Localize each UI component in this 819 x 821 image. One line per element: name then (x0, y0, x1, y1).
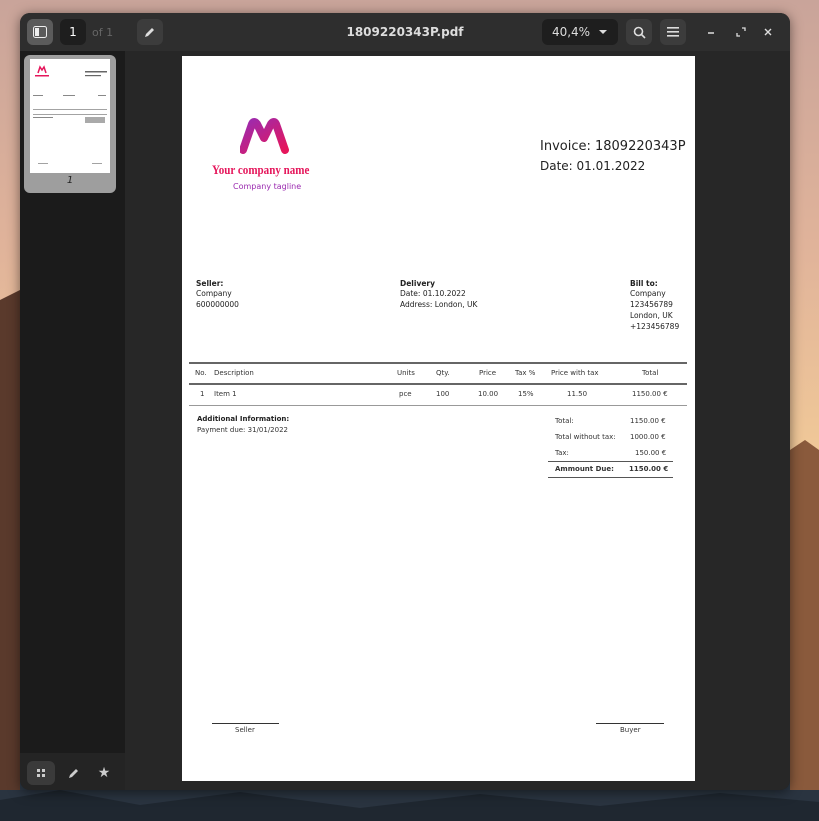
column-header: Price with tax (551, 369, 599, 377)
company-logo-icon (240, 118, 289, 154)
thumbnail-page-number: 1 (66, 175, 74, 186)
bill-to-line: 123456789 (630, 300, 673, 309)
total-without-tax-value: 1000.00 € (630, 433, 666, 441)
close-icon (764, 28, 772, 36)
amount-due-label: Ammount Due: (555, 465, 614, 473)
table-cell: 10.00 (478, 390, 499, 398)
table-bottom-rule (189, 405, 687, 406)
table-cell: 1 (200, 390, 205, 398)
amount-due-bottom-rule (548, 477, 673, 478)
seller-signature-line (212, 723, 279, 724)
table-cell: Item 1 (214, 390, 237, 398)
zoom-value: 40,4% (551, 25, 591, 39)
seller-heading: Seller: (196, 279, 224, 288)
pencil-icon (145, 28, 154, 37)
chevron-down-icon (599, 30, 608, 34)
table-cell: 11.50 (567, 390, 588, 398)
hamburger-icon (667, 27, 679, 37)
column-header: Units (397, 369, 415, 377)
bill-to-line: +123456789 (630, 322, 680, 331)
page-count-label: of 1 (92, 25, 114, 39)
search-button[interactable] (626, 19, 652, 45)
header-bar: 1 of 1 1809220343P.pdf 40,4% (20, 13, 790, 51)
column-header: Price (479, 369, 497, 377)
seller-signature-label: Seller (235, 726, 255, 734)
seller-block: Seller: Company 600000000 (196, 279, 239, 310)
bill-to-line: London, UK (630, 311, 673, 320)
table-cell: 15% (518, 390, 534, 398)
zoom-dropdown[interactable]: 40,4% (542, 19, 618, 45)
sidebar-footer: ★ (20, 753, 125, 790)
column-header: Tax % (515, 369, 536, 377)
pdf-page: Your company name Company tagline Invoic… (182, 56, 695, 781)
thumbnail-sidebar: 1 (20, 51, 125, 753)
buyer-signature-line (596, 723, 664, 724)
search-icon (633, 26, 646, 39)
bookmarks-view-button[interactable]: ★ (90, 761, 118, 785)
column-header: Qty. (436, 369, 450, 377)
buyer-signature-label: Buyer (620, 726, 641, 734)
total-label: Total: (555, 417, 574, 425)
invoice-date: Date: 01.01.2022 (540, 159, 646, 173)
column-header: Description (214, 369, 254, 377)
document-title: 1809220343P.pdf (346, 25, 464, 39)
minimize-button[interactable] (700, 21, 722, 43)
bill-to-heading: Bill to: (630, 279, 658, 288)
thumbnails-view-button[interactable] (27, 761, 55, 785)
sidebar-toggle-button[interactable] (27, 19, 53, 45)
company-tagline: Company tagline (233, 182, 302, 191)
seller-line: 600000000 (196, 300, 239, 309)
star-icon: ★ (97, 765, 111, 781)
table-cell: 1150.00 € (632, 390, 668, 398)
tax-label: Tax: (555, 449, 569, 457)
thumbnail-preview (33, 65, 107, 164)
page-thumbnail[interactable]: 1 (24, 55, 116, 193)
additional-info-heading: Additional Information: (197, 415, 290, 423)
close-button[interactable] (757, 21, 779, 43)
maximize-icon (736, 27, 746, 37)
sidebar-icon (33, 26, 47, 38)
maximize-button[interactable] (730, 21, 752, 43)
delivery-line: Address: London, UK (400, 300, 478, 309)
amount-due-top-rule (548, 461, 673, 462)
annotate-button[interactable] (137, 19, 163, 45)
page-number-input[interactable]: 1 (60, 19, 86, 45)
invoice-number: Invoice: 1809220343P (540, 139, 686, 154)
minimize-icon (708, 32, 714, 34)
table-cell: 100 (436, 390, 450, 398)
company-name: Your company name (212, 162, 310, 177)
delivery-heading: Delivery (400, 279, 436, 288)
payment-due: Payment due: 31/01/2022 (197, 426, 288, 434)
column-header: Total (642, 369, 659, 377)
thumbnail-image (30, 59, 110, 173)
delivery-block: Delivery Date: 01.10.2022 Address: Londo… (400, 279, 477, 310)
column-header: No. (195, 369, 207, 377)
main-menu-button[interactable] (660, 19, 686, 45)
amount-due-value: 1150.00 € (629, 465, 669, 473)
table-header-rule (189, 383, 687, 385)
table-cell: pce (399, 390, 412, 398)
bill-to-block: Bill to: Company 123456789 London, UK +1… (630, 279, 679, 332)
grid-icon (37, 769, 45, 777)
seller-line: Company (196, 289, 232, 298)
delivery-line: Date: 01.10.2022 (400, 289, 466, 298)
bill-to-line: Company (630, 289, 666, 298)
table-top-rule (189, 362, 687, 364)
tax-value: 150.00 € (635, 449, 667, 457)
total-value: 1150.00 € (630, 417, 666, 425)
total-without-tax-label: Total without tax: (555, 433, 616, 441)
annotations-view-button[interactable] (60, 761, 88, 785)
pencil-icon (69, 769, 78, 778)
